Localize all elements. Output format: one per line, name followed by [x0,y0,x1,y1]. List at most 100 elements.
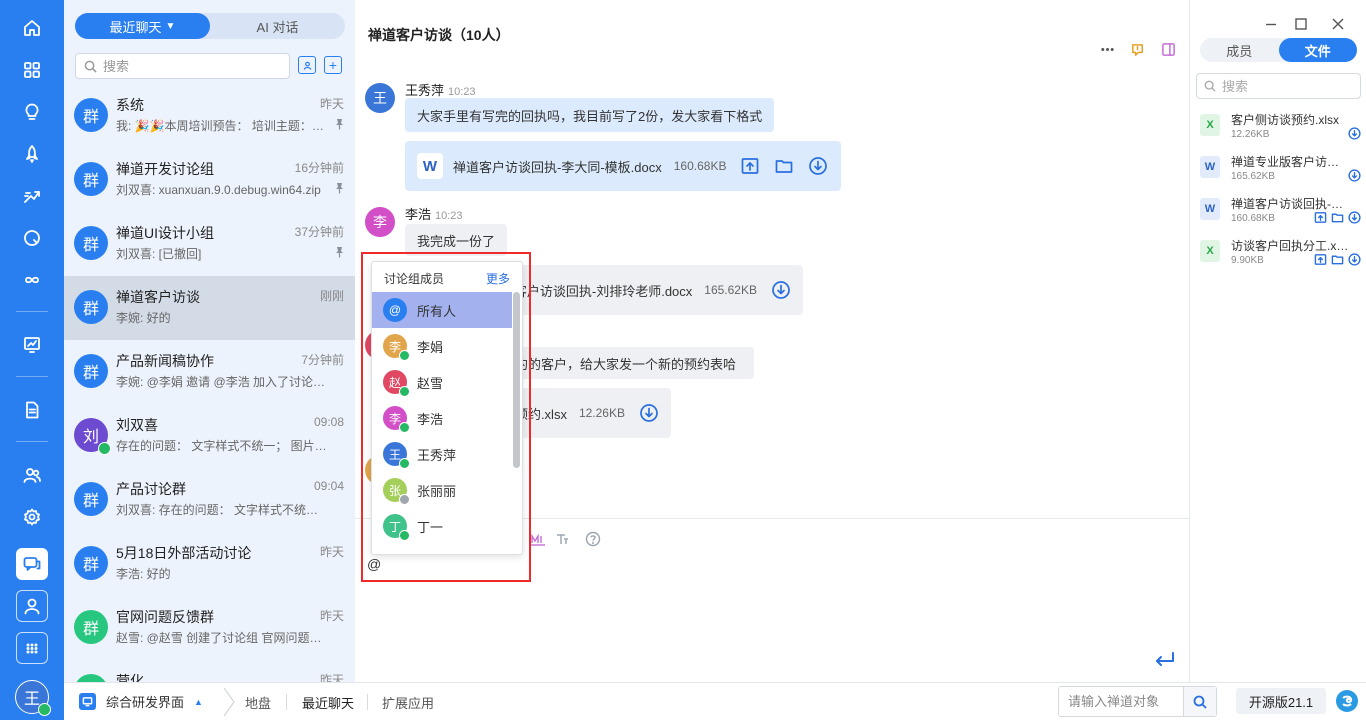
more-apps-icon[interactable] [16,632,48,664]
message-text: 大家手里有写完的回执吗，我目前写了2份，发大家看下格式 [417,108,763,124]
close-icon[interactable] [1330,16,1346,32]
avatar-text: 群 [82,557,99,574]
help-icon[interactable] [585,531,601,547]
file-message-card[interactable]: W 禅道客户访谈回执-李大同-模板.docx 160.68KB [405,141,841,191]
download-icon[interactable] [1348,211,1361,224]
tab-files[interactable]: 文件 [1278,38,1357,62]
tab-ai-chat-label: AI 对话 [256,19,299,35]
chat-list-item[interactable]: 群 官网问题反馈群 昨天 赵雪: @赵雪 创建了讨论组 官网问题反… [64,596,355,660]
file-actions [1314,211,1361,224]
file-list-item[interactable]: W 禅道专业版客户访谈回执.docx 165.62KB [1191,149,1366,189]
mention-member-item[interactable]: @ 所有人 [372,292,512,328]
bottom-tab-dashboard[interactable]: 地盘 [245,693,271,712]
chat-list-item[interactable]: 群 禅道UI设计小组 37分钟前 刘双喜: [已撤回] [64,212,355,276]
folder-icon[interactable] [1331,253,1344,266]
chat-list-item[interactable]: 群 产品讨论群 09:04 刘双喜: 存在的问题： 文字样式不统一；… [64,468,355,532]
send-icon[interactable] [1153,650,1177,670]
chat-search-input[interactable] [103,58,273,74]
user-icon[interactable] [16,590,48,622]
mention-member-item[interactable]: 丁丁一 [372,508,512,544]
zentao-object-search-input[interactable] [1059,694,1183,709]
file-list-item[interactable]: W 禅道客户访谈回执-李大同.docx 160.68KB [1191,191,1366,231]
home-icon[interactable] [16,12,48,44]
team-icon[interactable] [16,459,48,491]
chat-last-message: 赵雪: @赵雪 创建了讨论组 官网问题反… [116,631,328,645]
right-panel: 成员 文件 X 客户侧访谈预约.xlsx 12.26KB W 禅道专业版客户访谈回执.d… [1191,0,1366,682]
mention-more-link[interactable]: 更多 [486,270,510,287]
maximize-icon[interactable] [1293,16,1309,32]
chat-icon[interactable] [16,548,48,580]
settings-icon[interactable] [16,501,48,533]
open-file-icon[interactable] [740,156,760,176]
document-icon[interactable] [16,394,48,426]
chat-time: 09:04 [313,479,344,493]
mention-member-item[interactable]: 赵赵雪 [372,364,512,400]
mention-member-item[interactable]: 李李浩 [372,400,512,436]
chat-time: 刚刚 [319,289,344,303]
mention-format-icon[interactable] [530,531,546,547]
lightbulb-icon[interactable] [16,96,48,128]
open-file-icon[interactable] [1314,253,1327,266]
download-icon[interactable] [1348,253,1361,266]
apps-grid-icon[interactable] [16,54,48,86]
avatar: 群 [74,226,108,260]
file-size: 12.26KB [578,406,625,420]
search-circle-icon[interactable] [16,222,48,254]
search-button[interactable] [1183,687,1216,716]
chat-name: 营化 [116,673,144,682]
tab-members[interactable]: 成员 [1200,38,1279,62]
file-name: 访谈客户回执分工.xlsx [1231,239,1349,253]
download-icon[interactable] [808,156,828,176]
tab-recent-chats[interactable]: 最近聊天 ▼ [75,13,210,39]
chat-list-item[interactable]: 群 5月18日外部活动讨论 昨天 李浩: 好的 [64,532,355,596]
chat-name: 禅道开发讨论组 [116,161,214,177]
more-icon[interactable] [1099,41,1115,57]
chat-list-item[interactable]: 群 禅道开发讨论组 16分钟前 刘双喜: xuanxuan.9.0.debug.win… [64,148,355,212]
notice-icon[interactable] [1129,41,1145,57]
word-file-icon: W [1200,198,1220,220]
file-list-item[interactable]: X 访谈客户回执分工.xlsx 9.90KB [1191,233,1366,273]
rocket-icon[interactable] [16,138,48,170]
folder-icon[interactable] [1331,211,1344,224]
chat-list-item[interactable]: 刘 刘双喜 09:08 存在的问题： 文字样式不统一； 图片大… [64,404,355,468]
bottom-tab-extensions[interactable]: 扩展应用 [382,693,434,712]
mention-member-item[interactable]: 李李娟 [372,328,512,364]
zentao-logo-icon[interactable] [1336,690,1358,712]
app-switcher[interactable]: 综合研发界面 ▲ [79,692,203,711]
bottom-tab-recent-chats[interactable]: 最近聊天 [302,693,354,712]
file-search-input[interactable] [1222,78,1352,94]
add-chat-button[interactable]: + [324,56,342,74]
mention-member-item[interactable]: 王王秀萍 [372,436,512,472]
avatar: 群 [74,162,108,196]
mention-popup-scrollbar[interactable] [513,292,520,468]
minimize-icon[interactable] [1263,16,1279,32]
sidebar-toggle-icon[interactable] [1160,41,1176,57]
member-name: 王秀萍 [417,447,457,463]
tab-ai-chat[interactable]: AI 对话 [210,13,345,39]
download-icon[interactable] [771,280,791,300]
presentation-icon[interactable] [16,329,48,361]
mention-member-item[interactable]: 张张丽丽 [372,472,512,508]
download-icon[interactable] [639,403,659,423]
chat-list-item[interactable]: 群营化 昨天 [64,660,355,682]
contacts-book-icon[interactable] [298,56,316,74]
member-avatar-text: @ [388,303,402,317]
member-name: 丁一 [417,519,444,535]
version-badge[interactable]: 开源版21.1 [1236,688,1326,714]
chat-list-item[interactable]: 群 禅道客户访谈 刚刚 李婉: 好的 [64,276,355,340]
current-user-avatar[interactable]: 王 [15,680,51,716]
infinity-icon[interactable] [16,264,48,296]
chat-list-item[interactable]: 群 产品新闻稿协作 7分钟前 李婉: @李娟 邀请 @李浩 加入了讨论组。 [64,340,355,404]
member-avatar: 李 [383,334,410,361]
chat-list-item[interactable]: 群 系统 昨天 我: 🎉🎉本周培训预告： 培训主题：… [64,84,355,148]
download-icon[interactable] [1348,127,1361,140]
file-list-item[interactable]: X 客户侧访谈预约.xlsx 12.26KB [1191,107,1366,147]
open-file-icon[interactable] [1314,211,1327,224]
download-icon[interactable] [1348,169,1361,182]
chat-name: 系统 [116,97,144,113]
folder-icon[interactable] [774,156,794,176]
font-size-icon[interactable] [554,531,570,547]
avatar[interactable]: 王 [365,83,395,113]
sprint-icon[interactable] [16,180,48,212]
avatar[interactable]: 李 [365,207,395,237]
